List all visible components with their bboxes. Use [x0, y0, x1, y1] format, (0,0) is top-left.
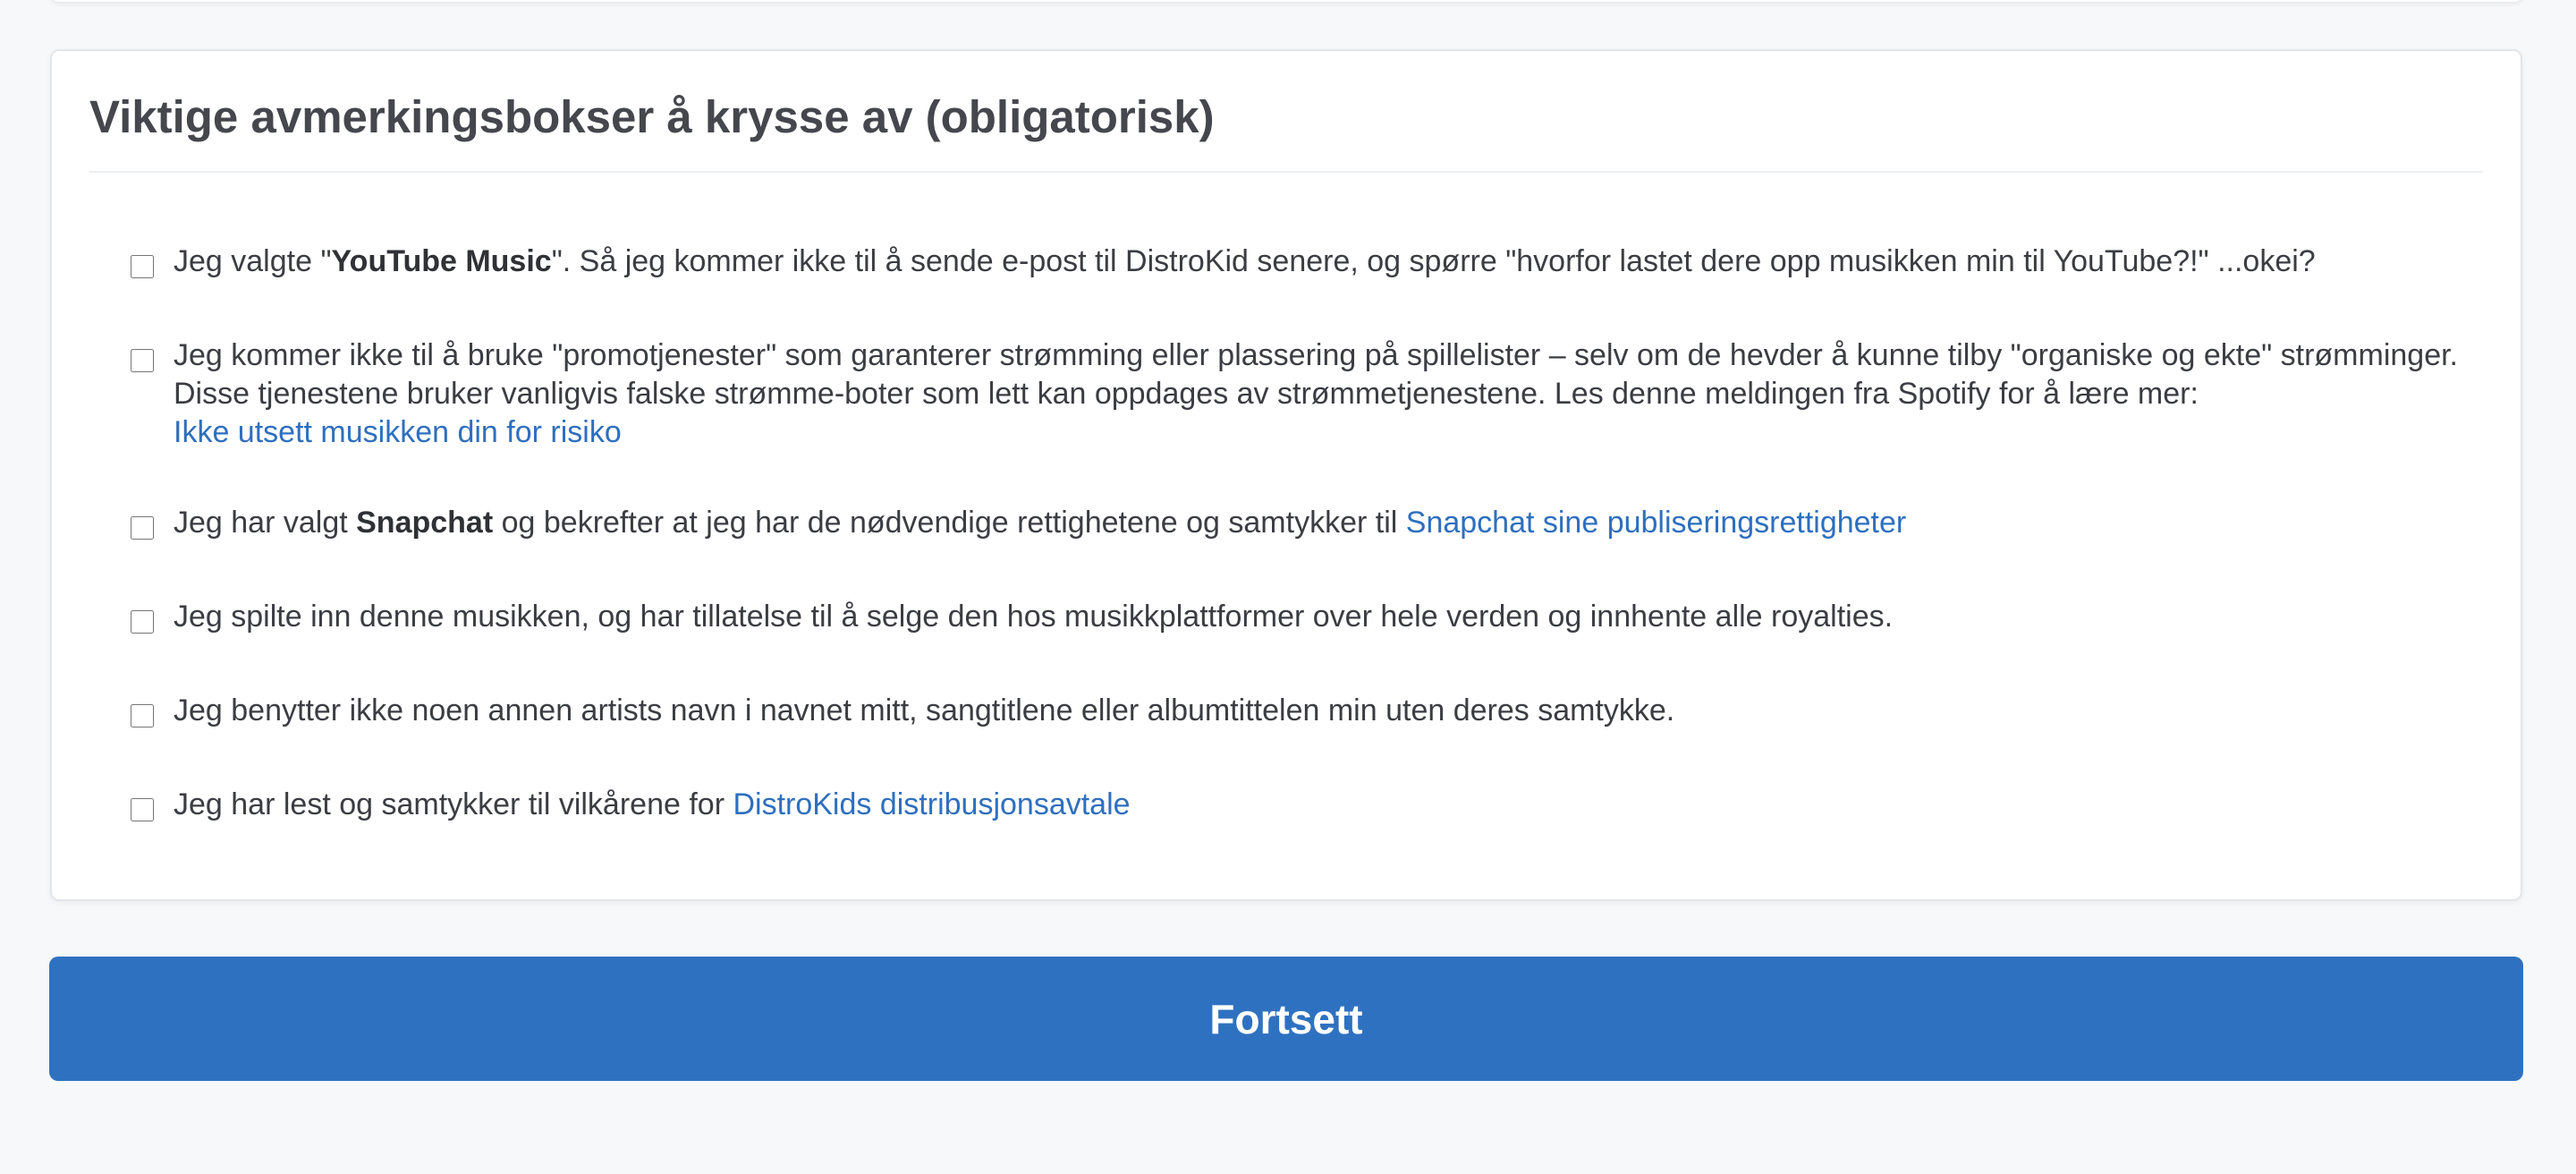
checkbox-label: Jeg benytter ikke noen annen artists nav… [174, 693, 1675, 727]
label-text: Jeg kommer ikke til å bruke "promotjenes… [174, 338, 2459, 411]
distribution-agreement-link[interactable]: DistroKids distribusjonsavtale [733, 787, 1130, 821]
checkbox-label: Jeg kommer ikke til å bruke "promotjenes… [174, 336, 2467, 452]
label-text: og bekrefter at jeg har de nødvendige re… [493, 506, 1406, 540]
snapchat-rights-link[interactable]: Snapchat sine publiseringsrettigheter [1406, 506, 1906, 540]
checkbox-label: Jeg spilte inn denne musikken, og har ti… [174, 600, 1894, 634]
label-text: Jeg har valgt [174, 506, 357, 540]
required-checkboxes-card: Viktige avmerkingsbokser å krysse av (ob… [50, 49, 2522, 901]
checkbox-promo-services[interactable] [131, 349, 154, 372]
checkbox-label: Jeg har valgt Snapchat og bekrefter at j… [174, 504, 2467, 542]
card-title: Viktige avmerkingsbokser å krysse av (ob… [89, 91, 1215, 142]
checkbox-label: Jeg valgte "YouTube Music". Så jeg komme… [174, 242, 2467, 281]
checkbox-label: Jeg har lest og samtykker til vilkårene … [174, 786, 2467, 824]
checkbox-artist-names[interactable] [131, 704, 154, 727]
label-text: Jeg valgte " [174, 244, 332, 278]
card-divider [89, 171, 2483, 173]
checkbox-distribution-agreement[interactable] [131, 798, 154, 821]
previous-card-edge [50, 0, 2523, 2]
spotify-risk-link[interactable]: Ikke utsett musikken din for risiko [174, 415, 622, 449]
label-text: Jeg har lest og samtykker til vilkårene … [174, 787, 733, 821]
checkbox-recording-rights[interactable] [131, 610, 154, 634]
checkbox-snapchat[interactable] [131, 516, 154, 540]
label-bold-text: YouTube Music [331, 244, 552, 278]
label-bold-text: Snapchat [356, 506, 494, 540]
label-text: ". Så jeg kommer ikke til å sende e-post… [551, 244, 2316, 278]
continue-button[interactable]: Fortsett [49, 957, 2523, 1081]
checkbox-youtube-music[interactable] [131, 255, 154, 278]
